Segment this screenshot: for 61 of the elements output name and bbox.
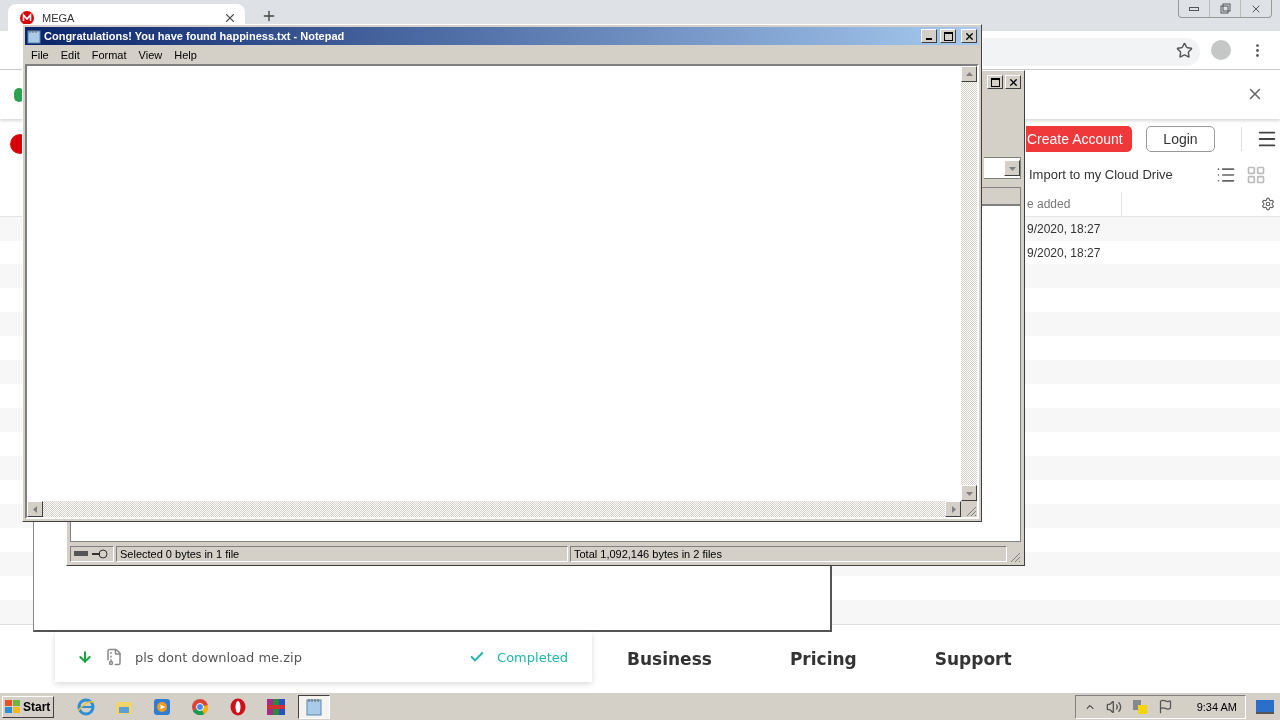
nav-link[interactable]: Pricing — [789, 648, 857, 669]
menu-item[interactable]: Help — [168, 48, 203, 61]
clock: 9:34 AM — [1196, 700, 1237, 713]
maximize-button[interactable] — [940, 29, 956, 43]
horizontal-scrollbar[interactable] — [27, 501, 961, 517]
taskbar-app-button[interactable] — [298, 694, 330, 719]
menu-item[interactable]: Edit — [54, 48, 86, 61]
menu-item[interactable]: File — [25, 48, 55, 61]
dropdown-button[interactable] — [1004, 160, 1020, 176]
scroll-left-button[interactable] — [27, 501, 43, 517]
status-text: Selected 0 bytes in 1 file — [116, 546, 568, 562]
import-link[interactable]: Import to my Cloud Drive — [1029, 167, 1216, 183]
minimize-button[interactable] — [921, 29, 937, 43]
table-cell: 9/2020, 18:27 — [1027, 222, 1101, 237]
table-cell: 9/2020, 18:27 — [1027, 245, 1101, 260]
caret-down-icon — [965, 489, 973, 497]
dropdown-field[interactable] — [984, 157, 1021, 179]
menu-item[interactable]: Format — [85, 48, 133, 61]
zip-file-icon — [105, 648, 123, 666]
notepad-icon — [306, 697, 322, 716]
drive-icon — [74, 551, 88, 557]
play-icon — [154, 698, 170, 715]
maximize-icon — [990, 77, 1000, 87]
browser-e-icon — [77, 697, 95, 716]
caret-right-icon — [949, 505, 957, 513]
maximize-button[interactable] — [987, 75, 1003, 89]
column-header[interactable]: e added — [1027, 192, 1122, 217]
minimize-icon — [1189, 6, 1199, 11]
caret-up-icon — [965, 70, 973, 78]
nav-link[interactable]: Support — [934, 648, 1012, 669]
vertical-scrollbar[interactable] — [961, 66, 977, 501]
close-icon — [1007, 76, 1019, 88]
bookmark-star-icon[interactable] — [1176, 41, 1193, 59]
scroll-right-button[interactable] — [945, 501, 961, 517]
scroll-down-button[interactable] — [961, 485, 977, 501]
start-button[interactable]: Start — [2, 695, 54, 718]
caret-down-icon — [1008, 164, 1016, 172]
speaker-icon[interactable] — [1105, 698, 1122, 715]
download-status: Completed — [497, 649, 568, 665]
status-text: Total 1,092,146 bytes in 2 files — [570, 546, 1007, 562]
chrome-logo-icon — [192, 698, 208, 715]
menu-item[interactable]: View — [132, 48, 169, 61]
resize-grip-icon — [1009, 551, 1021, 563]
file-name: pls dont download me.zip — [135, 649, 303, 665]
settings-icon[interactable] — [1261, 197, 1275, 212]
key-icon — [92, 549, 108, 559]
close-icon — [963, 30, 975, 42]
login-button[interactable]: Login — [1146, 126, 1215, 153]
desktop-icon[interactable] — [1256, 699, 1274, 714]
maximize-icon — [943, 31, 953, 41]
nav-link[interactable]: Business — [627, 648, 712, 669]
create-account-button[interactable]: Create Account — [1026, 126, 1132, 153]
scroll-up-button[interactable] — [961, 66, 977, 82]
windows-logo-icon — [5, 699, 21, 714]
opera-logo-icon — [230, 697, 246, 716]
caret-left-icon — [31, 505, 39, 513]
window-title: Congratulations! You have found happiness.txt - Notepad — [44, 30, 346, 42]
archive-books-icon — [266, 697, 286, 716]
notepad-icon — [27, 28, 41, 44]
restore-icon — [1219, 3, 1231, 14]
flag-icon[interactable] — [1157, 699, 1173, 714]
